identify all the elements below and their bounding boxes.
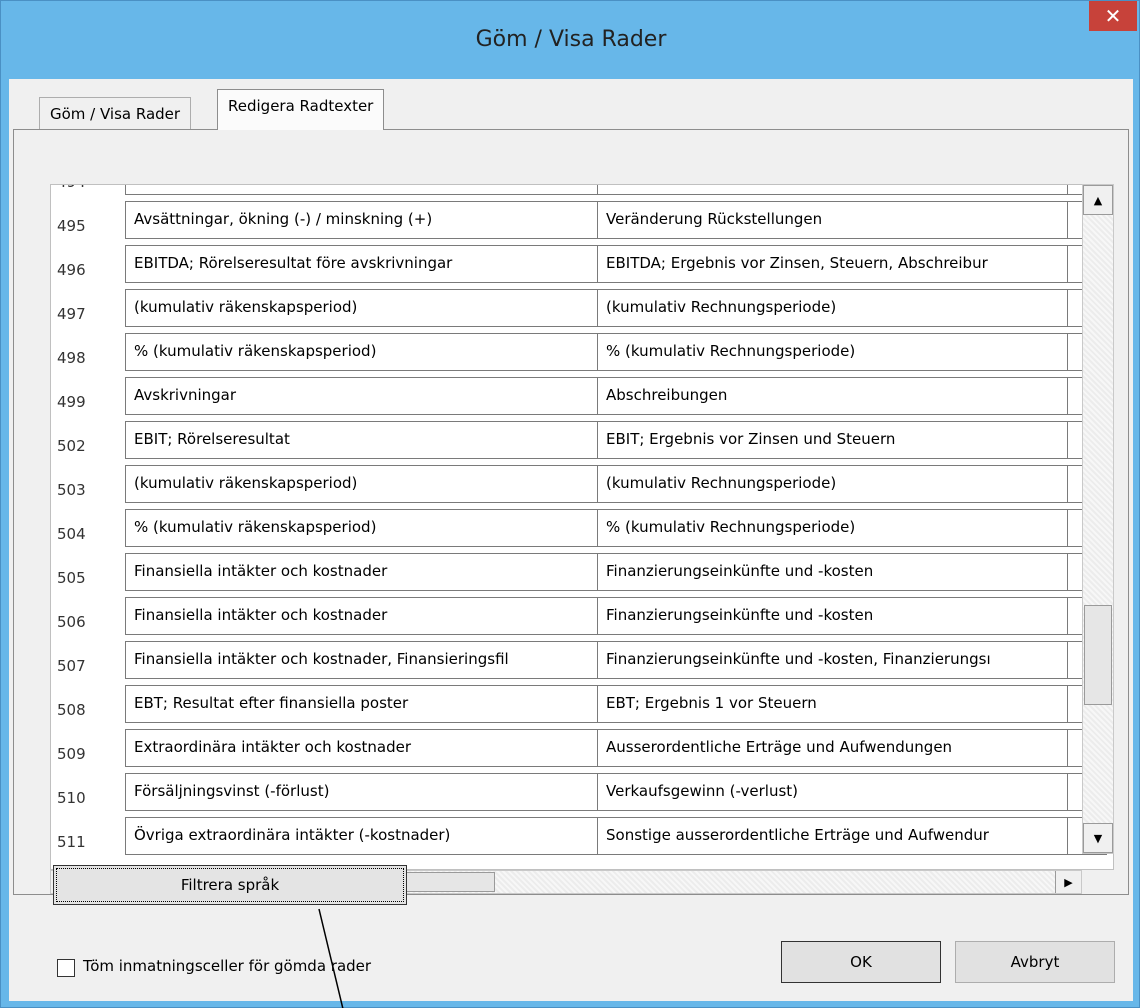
- close-icon[interactable]: ✕: [1089, 1, 1137, 31]
- german-text-cell[interactable]: (kumulativ Rechnungsperiode): [597, 465, 1071, 503]
- table-row: 511 Övriga extraordinära intäkter (-kostn…: [51, 817, 1107, 861]
- tab-panel: 494 495 Avsättningar, ökning (-) / minskni…: [13, 129, 1129, 895]
- window-title: Göm / Visa Rader: [475, 27, 667, 52]
- table-row: 503 (kumulativ räkenskapsperiod) (kumula…: [51, 465, 1107, 509]
- row-number: 507: [57, 657, 86, 675]
- swedish-text-cell[interactable]: % (kumulativ räkenskapsperiod): [125, 509, 601, 547]
- vertical-scroll-thumb[interactable]: [1084, 605, 1112, 705]
- swedish-text-cell[interactable]: Finansiella intäkter och kostnader: [125, 597, 601, 635]
- row-number: 502: [57, 437, 86, 455]
- german-text-cell[interactable]: [597, 185, 1071, 195]
- row-number: 510: [57, 789, 86, 807]
- table-row: 504 % (kumulativ räkenskapsperiod) % (ku…: [51, 509, 1107, 553]
- german-text-cell[interactable]: Finanzierungseinkünfte und -kosten: [597, 597, 1071, 635]
- swedish-text-cell[interactable]: (kumulativ räkenskapsperiod): [125, 465, 601, 503]
- title-bar[interactable]: Göm / Visa Rader ✕: [1, 1, 1140, 79]
- scroll-down-icon[interactable]: ▼: [1083, 823, 1113, 853]
- swedish-text-cell[interactable]: Finansiella intäkter och kostnader: [125, 553, 601, 591]
- swedish-text-cell[interactable]: EBT; Resultat efter finansiella poster: [125, 685, 601, 723]
- german-text-cell[interactable]: Verkaufsgewinn (-verlust): [597, 773, 1071, 811]
- scroll-up-icon[interactable]: ▲: [1083, 185, 1113, 215]
- swedish-text-cell[interactable]: Övriga extraordinära intäkter (-kostnade…: [125, 817, 601, 855]
- table-row: 505 Finansiella intäkter och kostnader Fin…: [51, 553, 1107, 597]
- german-text-cell[interactable]: EBIT; Ergebnis vor Zinsen und Steuern: [597, 421, 1071, 459]
- table-row: 506 Finansiella intäkter och kostnader Fin…: [51, 597, 1107, 641]
- grid-rows: 494 495 Avsättningar, ökning (-) / minskni…: [51, 185, 1107, 861]
- table-row: 497 (kumulativ räkenskapsperiod) (kumula…: [51, 289, 1107, 333]
- table-row: 502 EBIT; Rörelseresultat EBIT; Ergebnis v…: [51, 421, 1107, 465]
- tab-gom-visa-rader[interactable]: Göm / Visa Rader: [39, 97, 192, 129]
- german-text-cell[interactable]: EBT; Ergebnis 1 vor Steuern: [597, 685, 1071, 723]
- row-number: 505: [57, 569, 86, 587]
- swedish-text-cell[interactable]: Försäljningsvinst (-förlust): [125, 773, 601, 811]
- scroll-right-icon[interactable]: ▶: [1055, 871, 1081, 893]
- german-text-cell[interactable]: Ausserordentliche Erträge und Aufwendung…: [597, 729, 1071, 767]
- row-number: 506: [57, 613, 86, 631]
- dialog-window: Göm / Visa Rader ✕ Göm / Visa Rader Redi…: [0, 0, 1140, 1008]
- swedish-text-cell[interactable]: Extraordinära intäkter och kostnader: [125, 729, 601, 767]
- ok-button[interactable]: OK: [781, 941, 941, 983]
- table-row: 499 Avskrivningar Abschreibungen: [51, 377, 1107, 421]
- row-number: 496: [57, 261, 86, 279]
- tab-redigera-radtexter[interactable]: Redigera Radtexter: [217, 89, 385, 130]
- row-number: 498: [57, 349, 86, 367]
- clear-input-cells-label: Töm inmatningsceller för gömda rader: [83, 957, 372, 975]
- swedish-text-cell[interactable]: Finansiella intäkter och kostnader, Fina…: [125, 641, 601, 679]
- table-row: 496 EBITDA; Rörelseresultat före avskrivn…: [51, 245, 1107, 289]
- cancel-button[interactable]: Avbryt: [955, 941, 1115, 983]
- filter-language-button[interactable]: Filtrera språk: [53, 865, 407, 905]
- row-number: 511: [57, 833, 86, 851]
- swedish-text-cell[interactable]: EBIT; Rörelseresultat: [125, 421, 601, 459]
- table-row: 495 Avsättningar, ökning (-) / minskning …: [51, 201, 1107, 245]
- table-row: 508 EBT; Resultat efter finansiella poste…: [51, 685, 1107, 729]
- german-text-cell[interactable]: Veränderung Rückstellungen: [597, 201, 1071, 239]
- row-number: 494: [57, 185, 86, 191]
- german-text-cell[interactable]: EBITDA; Ergebnis vor Zinsen, Steuern, Ab…: [597, 245, 1071, 283]
- row-number: 508: [57, 701, 86, 719]
- row-number: 497: [57, 305, 86, 323]
- german-text-cell[interactable]: Sonstige ausserordentliche Erträge und A…: [597, 817, 1071, 855]
- dialog-client-area: Göm / Visa Rader Redigera Radtexter 4944…: [9, 79, 1133, 1001]
- row-number: 503: [57, 481, 86, 499]
- german-text-cell[interactable]: % (kumulativ Rechnungsperiode): [597, 509, 1071, 547]
- german-text-cell[interactable]: (kumulativ Rechnungsperiode): [597, 289, 1071, 327]
- swedish-text-cell[interactable]: Avsättningar, ökning (-) / minskning (+): [125, 201, 601, 239]
- german-text-cell[interactable]: Finanzierungseinkünfte und -kosten, Fina…: [597, 641, 1071, 679]
- table-row: 498 % (kumulativ räkenskapsperiod) % (ku…: [51, 333, 1107, 377]
- table-row: 510 Försäljningsvinst (-förlust) Verkaufsg…: [51, 773, 1107, 817]
- table-row: 509 Extraordinära intäkter och kostnader A…: [51, 729, 1107, 773]
- row-number: 495: [57, 217, 86, 235]
- table-row: 494: [51, 185, 1107, 201]
- vertical-scrollbar[interactable]: ▲ ▼: [1082, 184, 1114, 854]
- swedish-text-cell[interactable]: EBITDA; Rörelseresultat före avskrivning…: [125, 245, 601, 283]
- row-text-grid: 494 495 Avsättningar, ökning (-) / minskni…: [50, 184, 1114, 870]
- row-number: 509: [57, 745, 86, 763]
- table-row: 507 Finansiella intäkter och kostnader, F…: [51, 641, 1107, 685]
- row-number: 499: [57, 393, 86, 411]
- row-number: 504: [57, 525, 86, 543]
- german-text-cell[interactable]: Finanzierungseinkünfte und -kosten: [597, 553, 1071, 591]
- swedish-text-cell[interactable]: [125, 185, 601, 195]
- german-text-cell[interactable]: % (kumulativ Rechnungsperiode): [597, 333, 1071, 371]
- swedish-text-cell[interactable]: (kumulativ räkenskapsperiod): [125, 289, 601, 327]
- swedish-text-cell[interactable]: % (kumulativ räkenskapsperiod): [125, 333, 601, 371]
- german-text-cell[interactable]: Abschreibungen: [597, 377, 1071, 415]
- clear-input-cells-checkbox[interactable]: [57, 959, 75, 977]
- swedish-text-cell[interactable]: Avskrivningar: [125, 377, 601, 415]
